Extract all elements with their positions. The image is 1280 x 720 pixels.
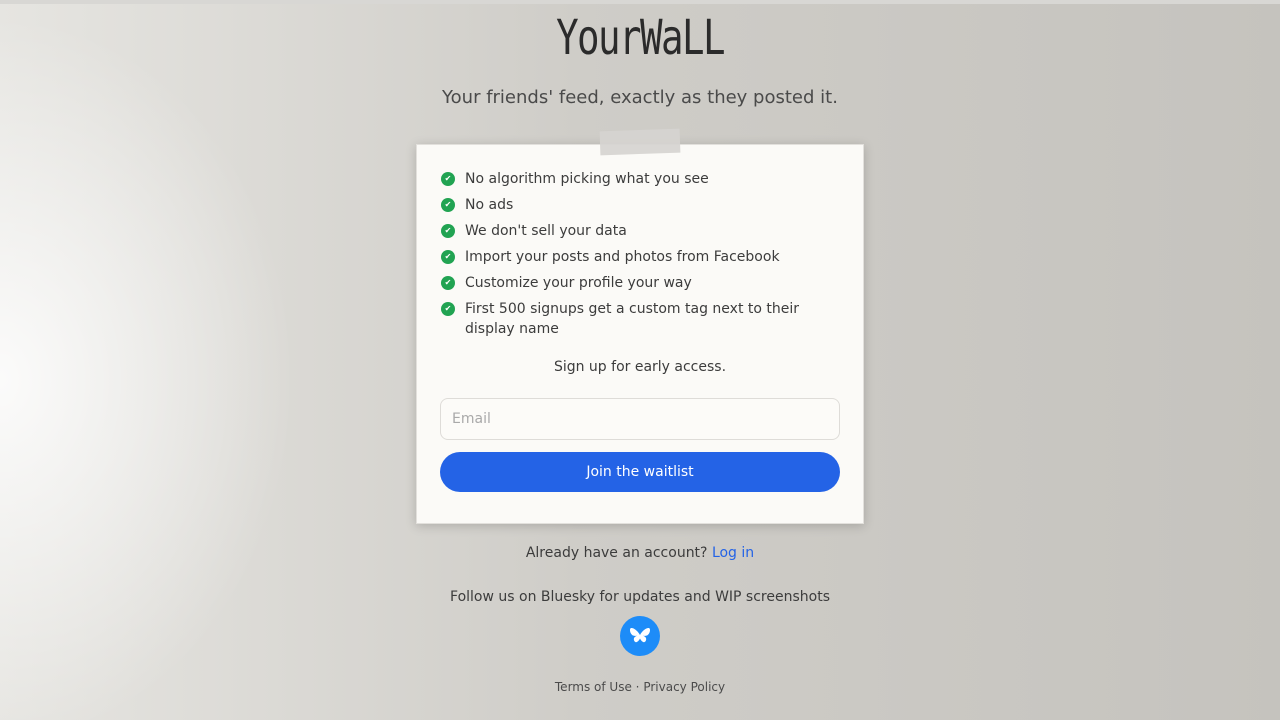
brand-logo: YourWaLL: [556, 10, 725, 66]
top-border: [0, 0, 1280, 4]
join-waitlist-button[interactable]: Join the waitlist: [440, 452, 840, 492]
bluesky-butterfly-icon: [630, 628, 650, 643]
feature-label: No algorithm picking what you see: [465, 171, 709, 187]
tape-decoration: [599, 128, 681, 156]
check-icon: ✔: [441, 250, 455, 264]
feature-label: We don't sell your data: [465, 223, 627, 239]
feature-label: No ads: [465, 197, 514, 213]
email-input[interactable]: [440, 398, 840, 440]
login-link[interactable]: Log in: [712, 545, 754, 561]
terms-link[interactable]: Terms of Use: [555, 680, 632, 694]
bluesky-button[interactable]: [620, 616, 660, 656]
tagline: Your friends' feed, exactly as they post…: [442, 87, 838, 108]
check-icon: ✔: [441, 276, 455, 290]
feature-label: Customize your profile your way: [465, 275, 692, 291]
login-prompt-text: Already have an account?: [525, 545, 708, 561]
bluesky-follow-text: Follow us on Bluesky for updates and WIP…: [450, 589, 830, 605]
check-icon: ✔: [441, 198, 455, 212]
check-icon: ✔: [441, 302, 455, 316]
signup-card: ✔ No algorithm picking what you see ✔ No…: [416, 144, 864, 524]
feature-item: ✔ Customize your profile your way: [441, 273, 841, 293]
footer-separator: ·: [635, 680, 640, 694]
feature-list: ✔ No algorithm picking what you see ✔ No…: [441, 169, 841, 345]
check-icon: ✔: [441, 224, 455, 238]
privacy-link[interactable]: Privacy Policy: [643, 680, 725, 694]
feature-item: ✔ First 500 signups get a custom tag nex…: [441, 299, 841, 339]
feature-item: ✔ No ads: [441, 195, 841, 215]
check-icon: ✔: [441, 172, 455, 186]
feature-label: First 500 signups get a custom tag next …: [465, 301, 800, 337]
signup-hint: Sign up for early access.: [553, 359, 727, 375]
feature-item: ✔ Import your posts and photos from Face…: [441, 247, 841, 267]
footer-links: Terms of Use · Privacy Policy: [0, 680, 1280, 694]
feature-item: ✔ We don't sell your data: [441, 221, 841, 241]
feature-label: Import your posts and photos from Facebo…: [465, 249, 780, 265]
login-prompt: Already have an account? Log in: [0, 545, 1280, 561]
feature-item: ✔ No algorithm picking what you see: [441, 169, 841, 189]
